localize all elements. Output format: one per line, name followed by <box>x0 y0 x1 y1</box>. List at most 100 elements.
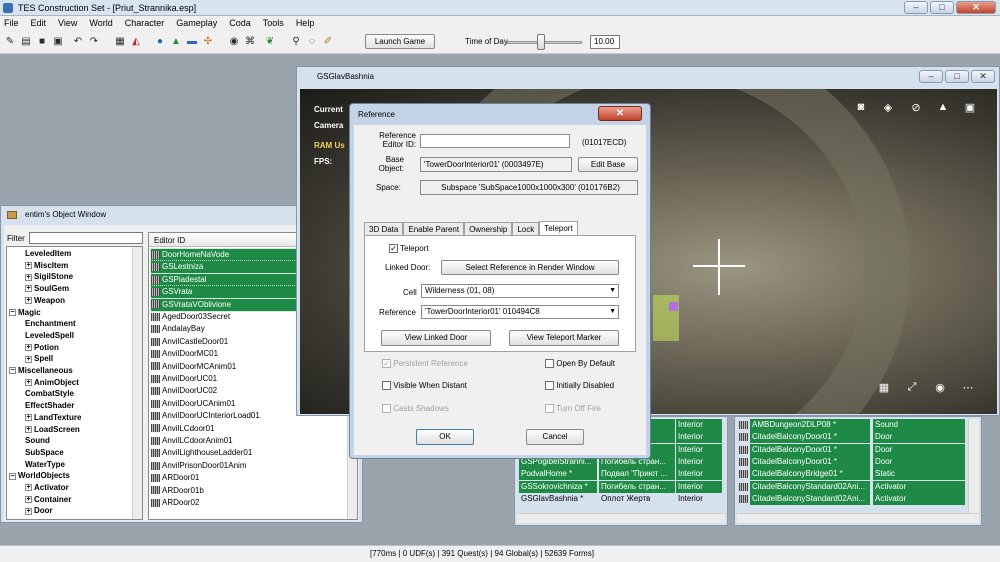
maximize-button[interactable]: □ <box>930 1 954 14</box>
tree-item[interactable]: − Miscellaneous <box>9 366 73 375</box>
search-icon[interactable]: ⚲ <box>290 36 302 48</box>
collapse-icon[interactable]: − <box>9 472 16 480</box>
render-minimize-button[interactable]: – <box>919 70 943 83</box>
tree-item[interactable]: LeveledItem <box>25 249 71 258</box>
expand-icon[interactable]: + <box>25 297 32 305</box>
light-bulb-icon[interactable]: ◉ <box>228 36 240 48</box>
fullscreen-icon[interactable]: ⤢ <box>904 381 920 394</box>
filter-input[interactable] <box>29 232 143 244</box>
list-item[interactable]: ARDoor02 <box>151 497 346 509</box>
grid-icon[interactable]: ▦ <box>114 36 126 48</box>
cell-id[interactable]: CitadelBalconyStandard02Ani... <box>750 492 870 505</box>
expand-icon[interactable]: + <box>25 507 32 515</box>
screenshot-icon[interactable]: ◙ <box>853 101 869 113</box>
teleport-marker[interactable] <box>669 302 678 311</box>
landscape-icon[interactable]: ▲ <box>170 36 182 48</box>
tree-item[interactable]: + Activator <box>25 483 69 492</box>
reference-combo[interactable]: 'TowerDoorInterior01' 010494C8 ▼ <box>421 305 619 319</box>
grid-view-icon[interactable]: ▦ <box>876 381 892 394</box>
open-by-default-checkbox[interactable] <box>545 359 554 369</box>
menu-gameplay[interactable]: Gameplay <box>176 16 217 30</box>
expand-icon[interactable]: + <box>25 425 32 433</box>
expand-icon[interactable]: + <box>25 343 32 351</box>
tree-item[interactable]: + MiscItem <box>25 261 68 270</box>
cell-type[interactable]: Activator <box>873 480 965 493</box>
cell-combo[interactable]: Wilderness (01, 08) ▼ <box>421 284 619 298</box>
tab-3d-data[interactable]: 3D Data <box>364 222 404 236</box>
expand-icon[interactable]: + <box>25 496 32 504</box>
list-item[interactable]: ARDoor01b <box>151 485 346 497</box>
expand-icon[interactable]: + <box>25 484 32 492</box>
menu-edit[interactable]: Edit <box>31 16 47 30</box>
time-of-day-input[interactable]: 10.00 <box>590 35 620 49</box>
list-item[interactable]: AnvilLCdoor01 <box>151 423 346 435</box>
close-button[interactable]: ✕ <box>956 1 996 14</box>
cell-name[interactable]: Подвал "Приют ... <box>599 468 675 481</box>
select-reference-button[interactable]: Select Reference in Render Window <box>441 260 619 275</box>
focus-icon[interactable]: ▣ <box>962 101 978 114</box>
menu-coda[interactable]: Coda <box>229 16 251 30</box>
cell-id[interactable]: CitadelBalconyStandard02Ani... <box>750 480 870 493</box>
expand-icon[interactable]: + <box>25 379 32 387</box>
cell-id[interactable]: GSSokrovichniza * <box>519 480 597 493</box>
visible-when-distant-row[interactable]: Visible When Distant <box>382 381 467 391</box>
cell-type[interactable]: Static <box>873 468 965 481</box>
list-item[interactable]: AnvilLighthouseLadder01 <box>151 447 346 459</box>
cell-id[interactable]: CitadelBalconyDoor01 * <box>750 455 870 468</box>
initially-disabled-row[interactable]: Initially Disabled <box>545 381 614 391</box>
cell-type[interactable]: Interior <box>676 493 722 505</box>
cell-type[interactable]: Door <box>873 431 965 444</box>
more-icon[interactable]: ⋯ <box>960 381 976 394</box>
menu-file[interactable]: File <box>4 16 19 30</box>
minimize-button[interactable]: – <box>904 1 928 14</box>
cell-type[interactable]: Door <box>873 443 965 456</box>
expand-icon[interactable]: + <box>25 262 32 270</box>
tree-item[interactable]: WaterType <box>25 460 65 469</box>
initially-disabled-checkbox[interactable] <box>545 381 554 391</box>
teleport-checkbox-row[interactable]: ✓ Teleport <box>389 244 429 254</box>
water-icon[interactable]: ▬ <box>186 36 198 48</box>
cancel-button[interactable]: Cancel <box>526 429 584 445</box>
cell-type[interactable]: Interior <box>676 455 722 468</box>
cell-id[interactable]: CitadelBalconyDoor01 * <box>750 431 870 444</box>
cell-right-vscroll[interactable] <box>968 419 979 513</box>
tab-lock[interactable]: Lock <box>512 222 540 236</box>
tree-item[interactable]: Enchantment <box>25 319 76 328</box>
cell-type[interactable]: Door <box>873 455 965 468</box>
eye-icon[interactable]: ◉ <box>932 381 948 394</box>
tab-ownership[interactable]: Ownership <box>464 222 513 236</box>
dialog-close-button[interactable]: ✕ <box>598 106 642 121</box>
tree-item[interactable]: SubSpace <box>25 448 64 457</box>
cell-type[interactable]: Interior <box>676 468 722 481</box>
cell-type[interactable]: Sound <box>873 419 965 431</box>
markers-icon[interactable]: ✣ <box>202 36 214 48</box>
tree-item[interactable]: EffectShader <box>25 401 74 410</box>
tree-item[interactable]: + Door <box>25 506 53 515</box>
save-icon[interactable]: ■ <box>36 36 48 48</box>
cell-type[interactable]: Interior <box>676 419 722 431</box>
edit-base-button[interactable]: Edit Base <box>578 157 638 172</box>
tree-scrollbar[interactable] <box>132 247 142 519</box>
cell-type[interactable]: Interior <box>676 480 722 493</box>
list-item[interactable]: AnvilPrisonDoor01Anim <box>151 460 346 472</box>
cell-id[interactable]: PodvalHome * <box>519 468 597 481</box>
cell-id[interactable]: GSGlavBashnia * <box>519 493 597 505</box>
cell-name[interactable]: Погибель стран... <box>599 480 675 493</box>
expand-icon[interactable]: + <box>25 273 32 281</box>
sky-icon[interactable]: ● <box>154 36 166 48</box>
expand-icon[interactable]: + <box>25 285 32 293</box>
tree-item[interactable]: + Spell <box>25 354 53 363</box>
tree-item[interactable]: + SigilStone <box>25 272 73 281</box>
hide-icon[interactable]: ⊘ <box>908 101 924 114</box>
menu-world[interactable]: World <box>89 16 112 30</box>
launch-game-button[interactable]: Launch Game <box>365 34 435 49</box>
collapse-icon[interactable]: − <box>9 308 16 316</box>
tab-teleport[interactable]: Teleport <box>539 221 578 236</box>
expand-icon[interactable]: + <box>25 355 32 363</box>
menu-view[interactable]: View <box>58 16 77 30</box>
cell-list-right[interactable]: AMBDungeon2DLP08 * Sound CitadelBalconyDoo… <box>734 416 982 526</box>
category-tree[interactable]: LeveledItem + MiscItem + SigilStone + SoulGem +… <box>6 246 143 520</box>
tree-item[interactable]: + LandTexture <box>25 413 81 422</box>
menu-help[interactable]: Help <box>296 16 315 30</box>
pencil-icon[interactable]: ✐ <box>322 36 334 48</box>
